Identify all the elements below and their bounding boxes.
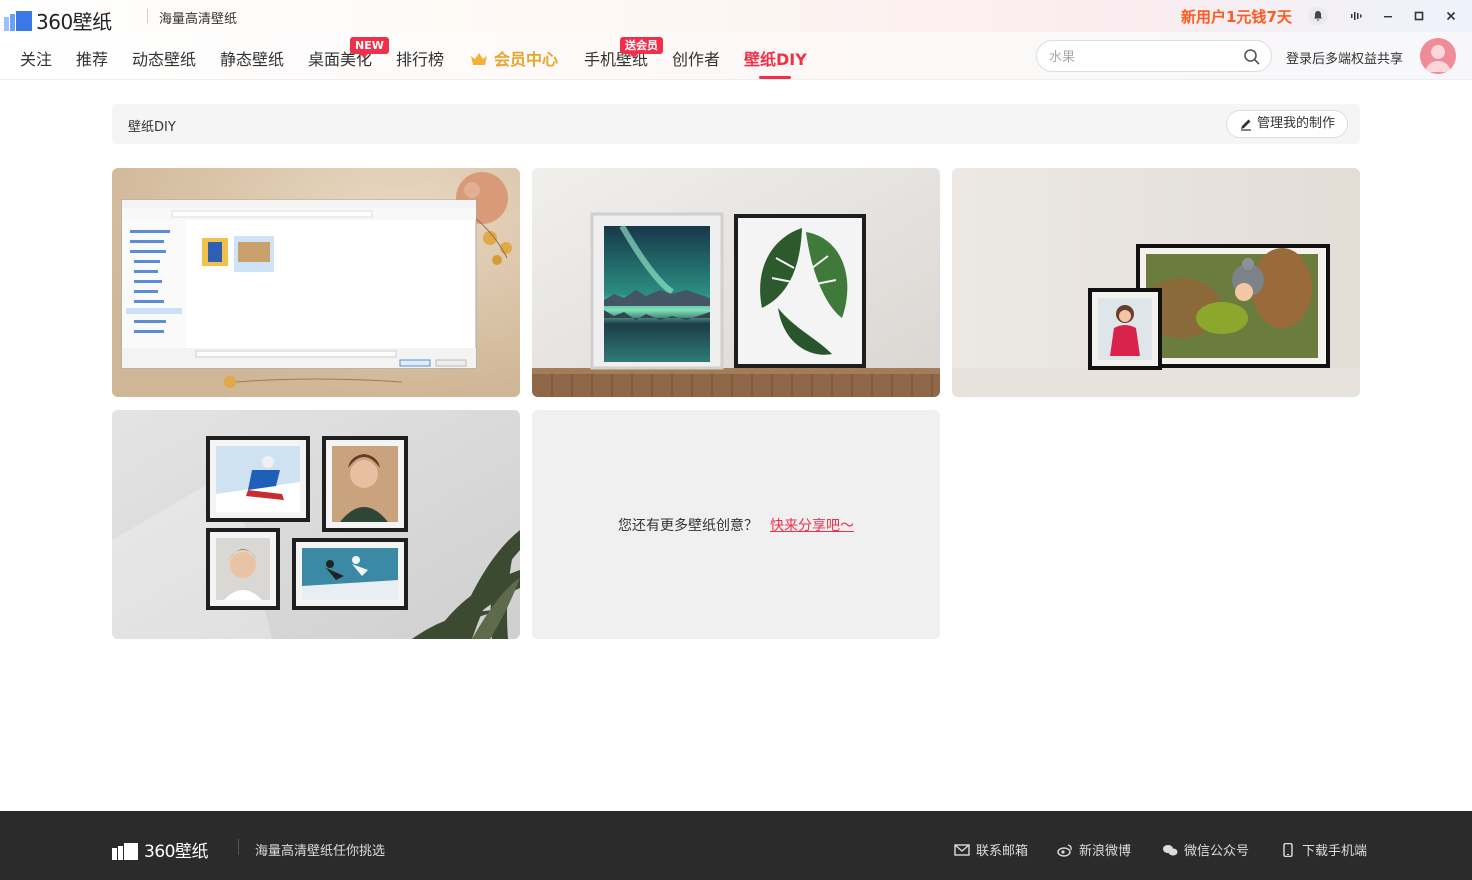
nav-item-live-wallpaper[interactable]: 动态壁纸 [132,46,196,70]
minimize-icon[interactable] [1378,7,1398,25]
nav-item-wallpaper-diy[interactable]: 壁纸DIY [744,46,807,79]
nav-item-creator[interactable]: 创作者 [672,46,720,70]
nav-item-static-wallpaper[interactable]: 静态壁纸 [220,46,284,70]
nav-item-desktop-beautify[interactable]: 桌面美化 NEW [308,37,389,70]
nav-item-recommend[interactable]: 推荐 [76,46,108,70]
app-window: 360壁纸 海量高清壁纸 新用户1元钱7天 关注 推荐 动态壁纸 静态壁纸 桌面… [0,0,1472,880]
share-prompt-text: 您还有更多壁纸创意？ [618,517,758,534]
close-icon[interactable] [1441,7,1461,25]
user-avatar-icon [1425,45,1451,72]
breadcrumb: 壁纸DIY 管理我的制作 [112,104,1360,144]
new-badge: NEW [350,37,389,58]
footer-link-mobile[interactable]: 下载手机端 [1280,840,1367,859]
footer-link-weibo[interactable]: 新浪微博 [1057,840,1131,859]
diy-template-card[interactable] [952,168,1360,397]
diy-template-card[interactable] [112,168,520,397]
login-link[interactable]: 登录后多端权益共享 [1286,48,1403,67]
share-link[interactable]: 快来分享吧～ [770,515,854,535]
wechat-icon [1163,844,1178,855]
weibo-icon [1057,843,1072,857]
manage-my-creations-button[interactable]: 管理我的制作 [1225,110,1348,138]
title-divider [147,9,148,23]
bell-icon[interactable] [1308,7,1328,25]
nav-item-label: 推荐 [76,50,109,69]
footer-divider [238,839,239,855]
footer: 360壁纸 海量高清壁纸任你挑选 联系邮箱 新浪微博 微信公众号 下载手机端 [0,811,1472,880]
nav-item-label: 创作者 [672,50,721,69]
nav-item-vip-center[interactable]: 会员中心 [470,46,558,70]
footer-logo-text: 360壁纸 [144,842,208,862]
nav-item-label: 会员中心 [494,50,559,69]
footer-link-label: 下载手机端 [1302,844,1368,859]
nav-item-label: 静态壁纸 [220,50,285,69]
diy-template-card[interactable] [112,410,520,639]
nav-item-ranking[interactable]: 排行榜 [396,46,444,70]
search-input[interactable] [1049,48,1229,66]
framed-aurora-monstera-image [532,168,940,397]
footer-link-label: 微信公众号 [1184,844,1250,859]
nav-item-mobile-wallpaper[interactable]: 手机壁纸 送会员 [584,37,663,70]
footer-link-email[interactable]: 联系邮箱 [954,840,1028,859]
maximize-icon[interactable] [1409,7,1429,25]
desktop-dialog-scene-image [112,168,520,397]
gift-vip-badge: 送会员 [620,37,663,58]
manage-label: 管理我的制作 [1256,116,1335,131]
footer-logo: 360壁纸 [112,837,208,862]
crown-icon [471,53,487,65]
nav-item-label: 排行榜 [396,50,445,69]
diy-template-card[interactable] [532,168,940,397]
app-slogan: 海量高清壁纸 [159,12,238,27]
title-bar: 360壁纸 海量高清壁纸 新用户1元钱7天 [0,0,1472,35]
nav-item-follow[interactable]: 关注 [20,46,52,70]
mobile-phone-icon [1283,842,1293,857]
mail-icon [954,843,970,856]
logo-text: 360壁纸 [36,10,112,34]
logo-icon [4,10,32,31]
framed-photo-wall-image [112,410,520,639]
app-logo[interactable]: 360壁纸 [4,6,112,35]
footer-link-wechat[interactable]: 微信公众号 [1162,840,1249,859]
footer-link-label: 新浪微博 [1079,844,1132,859]
share-idea-card: 您还有更多壁纸创意？ 快来分享吧～ [532,410,940,639]
page-title: 壁纸DIY [128,120,176,135]
avatar[interactable] [1420,38,1456,74]
footer-slogan: 海量高清壁纸任你挑选 [255,844,386,859]
main-nav: 关注 推荐 动态壁纸 静态壁纸 桌面美化 NEW 排行榜 会员中心 手机壁纸 送… [0,32,1472,80]
search-box [1036,40,1272,72]
logo-icon [112,840,140,860]
edit-icon [1240,119,1251,131]
nav-item-label: 壁纸DIY [744,50,807,69]
footer-link-label: 联系邮箱 [976,844,1029,859]
nav-item-label: 关注 [20,50,53,69]
framed-child-portraits-image [952,168,1360,397]
share-prompt: 您还有更多壁纸创意？ 快来分享吧～ [532,410,940,639]
nav-item-label: 动态壁纸 [132,50,197,69]
promo-banner[interactable]: 新用户1元钱7天 [1181,6,1292,27]
waveform-icon[interactable] [1346,7,1366,25]
search-icon[interactable] [1243,48,1261,66]
